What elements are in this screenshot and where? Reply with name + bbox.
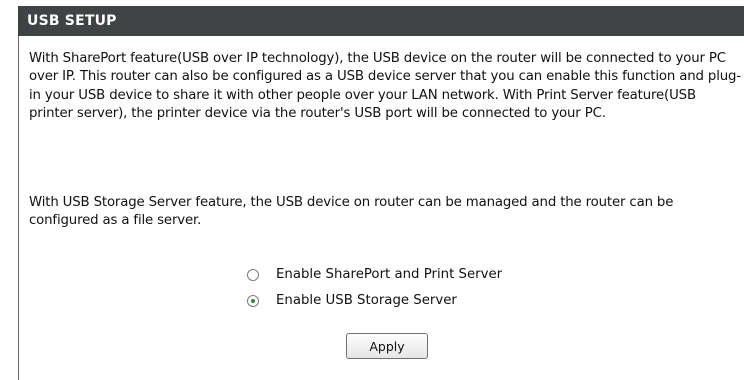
sharepoint-description: With SharePort feature(USB over IP techn… bbox=[29, 51, 741, 121]
usb-mode-radio-group: Enable SharePort and Print Server Enable… bbox=[247, 264, 502, 316]
shareport-radio-button[interactable] bbox=[247, 268, 259, 281]
storage-server-option-label: Enable USB Storage Server bbox=[276, 293, 457, 308]
usb-setup-panel: USB SETUP With SharePort feature(USB ove… bbox=[0, 0, 744, 380]
section-title: USB SETUP bbox=[18, 6, 744, 36]
panel-left-border bbox=[18, 36, 19, 380]
storage-server-description: With USB Storage Server feature, the USB… bbox=[29, 195, 674, 229]
option-shareport-print-server[interactable]: Enable SharePort and Print Server bbox=[247, 264, 502, 285]
apply-button[interactable]: Apply bbox=[346, 333, 428, 359]
option-usb-storage-server[interactable]: Enable USB Storage Server bbox=[247, 290, 502, 311]
shareport-option-label: Enable SharePort and Print Server bbox=[276, 267, 503, 282]
storage-server-radio-button[interactable] bbox=[247, 294, 259, 307]
